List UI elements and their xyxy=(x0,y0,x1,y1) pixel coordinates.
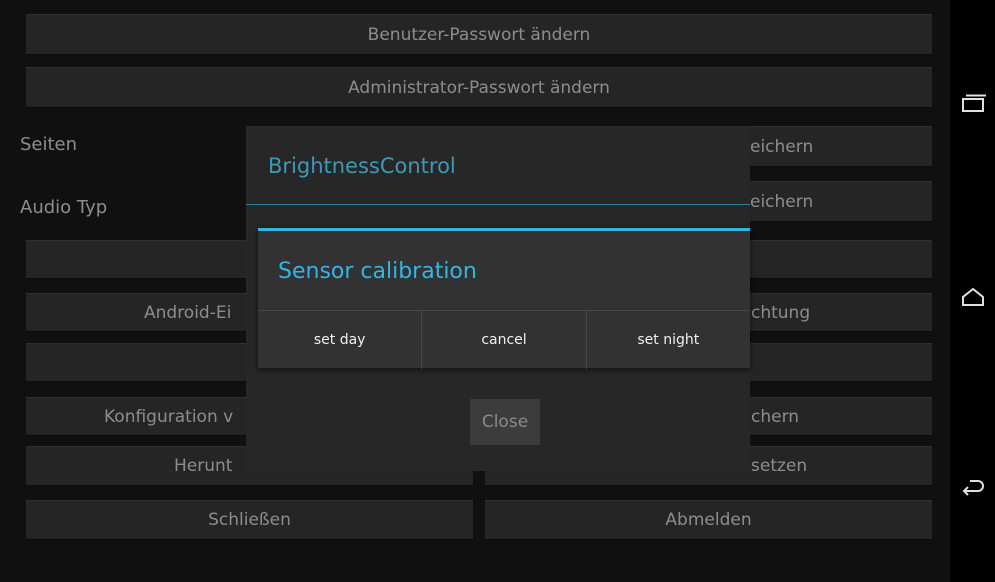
set-day-button[interactable]: set day xyxy=(258,311,421,369)
cancel-button[interactable]: cancel xyxy=(421,311,585,369)
dialog-divider xyxy=(246,204,750,205)
recent-apps-icon[interactable] xyxy=(958,88,988,118)
close-button[interactable]: Close xyxy=(470,399,540,445)
dialog-title: BrightnessControl xyxy=(268,154,456,178)
set-night-button[interactable]: set night xyxy=(585,311,750,369)
sensor-calibration-dialog: Sensor calibration set day cancel set ni… xyxy=(258,228,750,369)
home-icon[interactable] xyxy=(958,282,988,312)
back-icon[interactable] xyxy=(958,474,988,504)
accent-bar xyxy=(258,228,750,231)
app-screen: Benutzer-Passwort ändern Administrator-P… xyxy=(0,0,950,582)
calibration-title: Sensor calibration xyxy=(278,259,477,284)
calibration-button-bar: set day cancel set night xyxy=(258,310,750,369)
navigation-bar xyxy=(950,0,995,582)
